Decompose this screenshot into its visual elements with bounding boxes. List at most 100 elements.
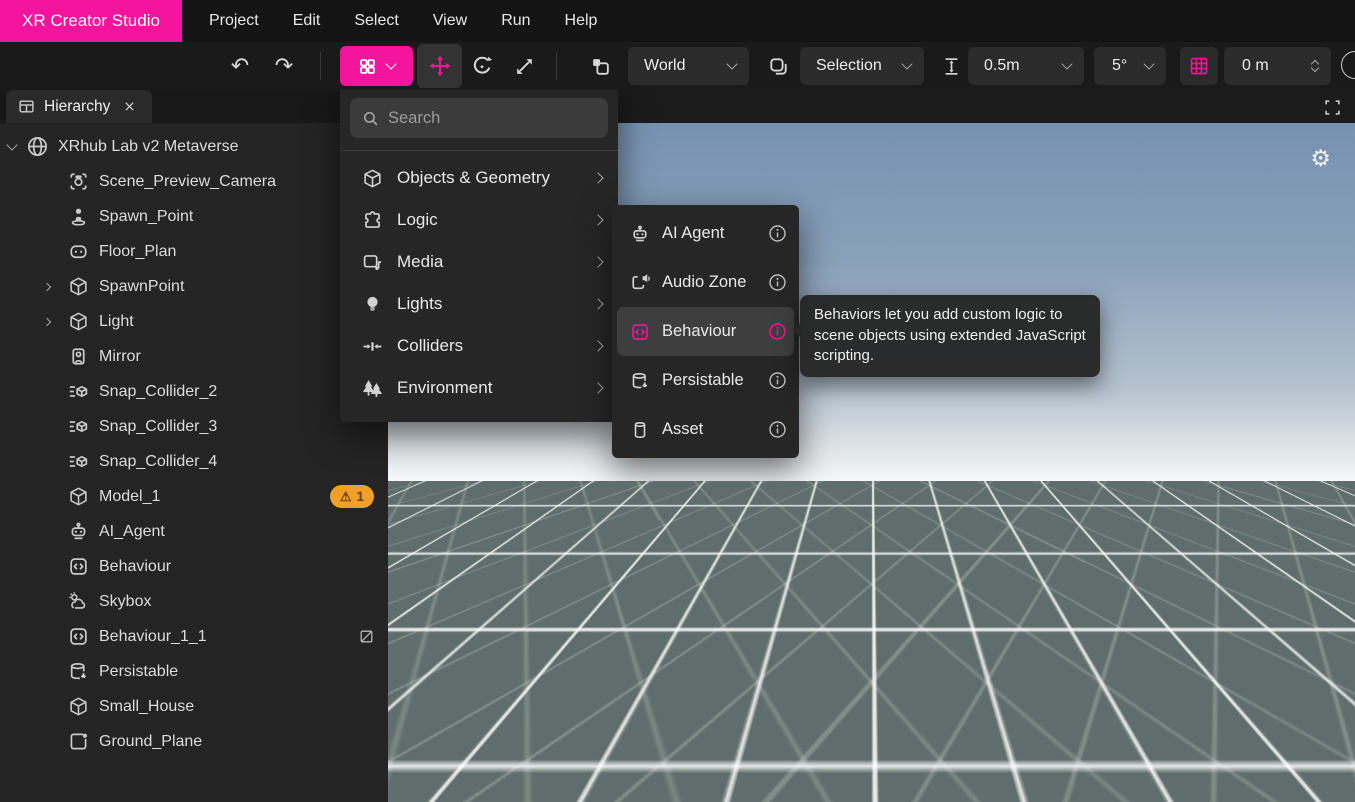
gizmo-neg-x-ball[interactable]	[1227, 709, 1247, 729]
tree-item-root[interactable]: XRhub Lab v2 Metaverse	[0, 129, 388, 164]
submenu-behaviour[interactable]: Behaviour	[617, 307, 794, 356]
tree-item-spawnpoint[interactable]: SpawnPoint	[0, 269, 388, 304]
pivot-toggle-button[interactable]	[764, 54, 792, 78]
info-icon[interactable]	[768, 322, 787, 341]
tree-item-ai-agent[interactable]: AI_Agent	[0, 514, 388, 549]
category-media[interactable]: Media	[340, 241, 618, 283]
submenu-ai-agent[interactable]: AI Agent	[612, 209, 799, 258]
category-label: Lights	[397, 294, 442, 314]
menu-run[interactable]: Run	[484, 0, 547, 42]
info-icon[interactable]	[768, 420, 787, 439]
tooltip-text: Behaviors let you add custom logic to sc…	[814, 306, 1086, 364]
submenu-label: Asset	[662, 420, 703, 439]
tree-item-skybox[interactable]: Skybox	[0, 584, 388, 619]
gizmo-x-ball[interactable]: X	[1297, 709, 1323, 735]
scale-tool-button[interactable]	[510, 54, 538, 78]
spawn-icon	[68, 206, 89, 227]
tree-item-persistable[interactable]: Persistable	[0, 654, 388, 689]
chevron-down-icon	[901, 58, 912, 69]
warning-badge[interactable]: ⚠1	[330, 485, 374, 508]
elevation-stepper[interactable]: 0 m	[1224, 47, 1331, 85]
menu-view[interactable]: View	[416, 0, 484, 42]
tree-item-label: Persistable	[99, 663, 178, 681]
tab-hierarchy[interactable]: Hierarchy	[6, 90, 152, 123]
menu-divider	[340, 150, 618, 151]
category-lights[interactable]: Lights	[340, 283, 618, 325]
submenu-audio-zone[interactable]: Audio Zone	[612, 258, 799, 307]
tree-item-model-1[interactable]: Model_1 ⚠1	[0, 479, 388, 514]
stepper[interactable]	[1312, 61, 1318, 71]
category-label: Objects & Geometry	[397, 168, 550, 188]
undo-button[interactable]: ↶	[222, 53, 258, 79]
selection-mode-value: Selection	[816, 57, 882, 75]
rotate-snap-dropdown[interactable]: 5°	[1094, 47, 1166, 85]
tree-item-label: Scene_Preview_Camera	[99, 173, 276, 191]
scale-icon	[514, 56, 535, 77]
menu-help[interactable]: Help	[548, 0, 615, 42]
chevron-down-icon[interactable]	[6, 139, 17, 150]
audio-zone-icon	[630, 273, 650, 293]
move-tool-button[interactable]	[417, 44, 462, 88]
floorplan-icon	[68, 241, 89, 262]
chevron-right-icon[interactable]	[43, 282, 51, 290]
tree-item-snap-collider-2[interactable]: Snap_Collider_2	[0, 374, 388, 409]
rotate-tool-button[interactable]	[468, 54, 496, 78]
menu-project[interactable]: Project	[192, 0, 276, 42]
tree-item-light[interactable]: Light	[0, 304, 388, 339]
tree-item-snap-collider-3[interactable]: Snap_Collider_3	[0, 409, 388, 444]
search-field[interactable]	[350, 98, 608, 138]
persistable-icon	[630, 371, 650, 391]
tree-item-spawn-point[interactable]: Spawn_Point	[0, 199, 388, 234]
tree-item-scene-preview-camera[interactable]: Scene_Preview_Camera	[0, 164, 388, 199]
tree-item-label: Mirror	[99, 348, 141, 366]
info-icon[interactable]	[768, 224, 787, 243]
selection-mode-dropdown[interactable]: Selection	[800, 47, 924, 85]
viewport-settings-gear-icon[interactable]: ⚙	[1310, 145, 1331, 172]
gizmo-z-ball[interactable]: Z	[1245, 712, 1270, 737]
hierarchy-icon	[18, 98, 35, 115]
close-icon[interactable]	[123, 100, 136, 113]
chevron-right-icon[interactable]	[43, 317, 51, 325]
chevron-right-icon	[592, 382, 603, 393]
search-input[interactable]	[388, 109, 608, 128]
info-icon[interactable]	[768, 371, 787, 390]
category-label: Logic	[397, 210, 438, 230]
info-icon[interactable]	[768, 273, 787, 292]
category-environment[interactable]: Environment	[340, 367, 618, 409]
category-colliders[interactable]: Colliders	[340, 325, 618, 367]
hint-fly-label: Fly	[565, 769, 584, 785]
rotate-icon	[471, 55, 493, 77]
category-logic[interactable]: Logic	[340, 199, 618, 241]
chevron-right-icon	[592, 298, 603, 309]
gizmo-neg-y-ball[interactable]	[1248, 751, 1269, 772]
redo-button[interactable]: ↷	[266, 53, 302, 79]
menu-edit[interactable]: Edit	[276, 0, 338, 42]
space-mode-dropdown[interactable]: World	[628, 47, 749, 85]
hint-orbit: Orbit	[400, 764, 455, 789]
grid-snap-toggle-button[interactable]	[1180, 47, 1218, 85]
submenu-asset[interactable]: Asset	[612, 405, 799, 454]
tree-item-snap-collider-4[interactable]: Snap_Collider_4	[0, 444, 388, 479]
tree-item-ground-plane[interactable]: Ground_Plane	[0, 724, 388, 759]
tree-item-floor-plan[interactable]: Floor_Plan	[0, 234, 388, 269]
add-object-button[interactable]	[340, 46, 413, 86]
tree-item-behaviour-1-1[interactable]: Behaviour_1_1	[0, 619, 388, 654]
gizmo-y-ball[interactable]: Y	[1259, 669, 1285, 695]
account-circle-partial[interactable]	[1341, 51, 1355, 79]
tree-item-small-house[interactable]: Small_House	[0, 689, 388, 724]
elevation-icon	[942, 57, 961, 76]
group-select-button[interactable]	[586, 54, 614, 78]
axis-gizmo[interactable]: Y X Z	[1210, 647, 1340, 777]
fullscreen-icon[interactable]	[1324, 99, 1341, 116]
tree-item-behaviour[interactable]: Behaviour	[0, 549, 388, 584]
app-logo[interactable]: XR Creator Studio	[0, 0, 182, 42]
skybox-icon	[68, 591, 89, 612]
camera-icon	[68, 171, 89, 192]
elevation-tool-button[interactable]	[938, 54, 964, 78]
rotate-snap-value: 5°	[1112, 57, 1127, 75]
menu-select[interactable]: Select	[337, 0, 415, 42]
tree-item-mirror[interactable]: Mirror	[0, 339, 388, 374]
move-snap-dropdown[interactable]: 0.5m	[968, 47, 1084, 85]
category-objects-geometry[interactable]: Objects & Geometry	[340, 157, 618, 199]
submenu-persistable[interactable]: Persistable	[612, 356, 799, 405]
